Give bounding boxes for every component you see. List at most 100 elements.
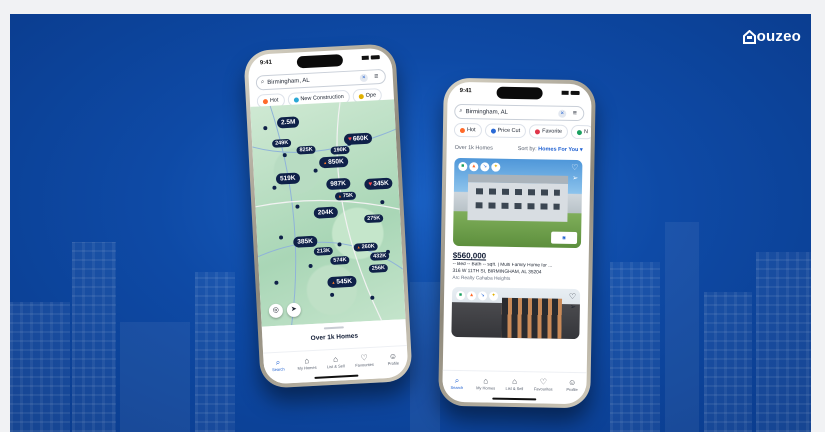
listing-badges: ■ ▲ ↘ ✦ (458, 161, 501, 172)
clear-icon[interactable]: × (359, 73, 369, 82)
sheet-handle[interactable] (323, 326, 344, 330)
battery-icon (570, 90, 580, 96)
tab-search[interactable]: ⌕ Search (266, 357, 291, 384)
tab-profile[interactable]: ☺ Profile (381, 351, 406, 378)
chip-price-cut[interactable]: Price Cut (484, 123, 527, 139)
tab-label: Profile (566, 386, 578, 393)
sparkle-icon: ✦ (491, 162, 501, 172)
price-pin[interactable]: 519K (275, 172, 300, 185)
listing-photo[interactable]: ■ ▲ ↘ ✦ ♡ ➢ ▣ (452, 157, 583, 249)
share-icon[interactable]: ➢ (570, 303, 576, 311)
house-windows (475, 188, 560, 196)
price-pin[interactable]: 256K (368, 263, 389, 273)
chip-hot[interactable]: Hot (453, 122, 482, 138)
list-sell-icon: ⌂ (512, 376, 518, 387)
heart-icon: ♡ (360, 353, 369, 363)
heart-icon (535, 128, 541, 134)
price-pin[interactable]: 545K (327, 275, 357, 289)
skyline-building (120, 322, 190, 432)
list-screen: 9:41 ⌕ Birmingham, AL × ≡ Hot Price Cut … (442, 81, 592, 405)
signal-icon (561, 90, 569, 95)
clear-icon[interactable]: × (558, 109, 567, 118)
price-pin[interactable]: 850K (318, 155, 348, 169)
status-time: 9:41 (259, 59, 273, 67)
price-pin[interactable]: 345K (364, 177, 394, 191)
listing-photo[interactable]: ■ ▲ ↘ ✦ ♡ ➢ (451, 286, 581, 340)
chevron-down-icon: ▾ (579, 147, 583, 154)
filter-icon[interactable]: ≡ (372, 72, 381, 81)
open-house-icon: ■ (458, 161, 468, 172)
profile-icon: ☺ (567, 377, 577, 388)
listing-price[interactable]: $560,000 (453, 251, 581, 262)
price-pin[interactable]: 275K (364, 214, 384, 224)
price-pin[interactable]: 432K (369, 251, 390, 261)
status-icons (361, 55, 380, 61)
heart-icon: ♡ (539, 377, 548, 387)
price-pin[interactable]: 75K (334, 191, 357, 201)
map-view[interactable]: 2.5M 249K 825K 660K 190K 850K 519K 987K … (250, 99, 406, 327)
chip-label: Hot (269, 97, 279, 104)
status-time: 9:41 (459, 87, 472, 95)
price-cut-icon: ↘ (480, 162, 490, 172)
skyline-building (72, 242, 116, 432)
status-bar: 9:41 (447, 82, 591, 103)
skyline-building (195, 272, 235, 432)
houzeo-logo: ouzeo (742, 28, 801, 45)
price-pin[interactable]: 660K (343, 132, 373, 146)
tab-profile[interactable]: ☺ Profile (560, 378, 584, 404)
hero-banner: ouzeo (10, 14, 811, 432)
price-pin[interactable]: 987K (326, 177, 351, 191)
heart-icon[interactable]: ♡ (571, 163, 578, 172)
chip-label: Ope (365, 92, 377, 99)
chip-favorite[interactable]: Favorite (529, 124, 569, 139)
results-header: Over 1k Homes Sort by: Homes For You ▾ (447, 140, 591, 157)
price-pin[interactable]: 249K (271, 138, 292, 148)
new-icon (576, 129, 583, 135)
map-screen: 9:41 ⌕ Birmingham, AL × ≡ Hot New Constr… (247, 47, 409, 385)
tab-search[interactable]: ⌕ Search (445, 376, 469, 402)
filter-icon[interactable]: ≡ (570, 109, 579, 118)
profile-icon: ☺ (388, 351, 398, 361)
price-pin[interactable]: 204K (313, 206, 338, 219)
search-icon: ⌕ (454, 375, 460, 386)
dynamic-island (496, 86, 543, 100)
sparkle-icon: ✦ (488, 291, 499, 301)
skyline-building (704, 292, 752, 432)
tab-bar: ⌕ Search ⌂ My Homes ⌂ List & Sell ♡ Favourit… (263, 345, 409, 385)
chip-label: New Construction (300, 94, 344, 103)
price-pin[interactable]: 213K (313, 246, 334, 256)
sort-value: Homes For You (538, 146, 579, 154)
battery-icon (370, 55, 380, 60)
status-icons (561, 90, 580, 96)
sort-control[interactable]: Sort by: Homes For You ▾ (518, 146, 583, 153)
price-pin[interactable]: 190K (330, 145, 350, 155)
price-pin[interactable]: 2.5M (276, 116, 300, 129)
house-logo-icon (742, 29, 756, 44)
house-windows (475, 202, 560, 210)
listing-address: 316 W 11TH St, BIRMINGHAM, AL 35204 (452, 268, 542, 276)
price-pin[interactable]: 825K (296, 145, 316, 155)
open-house-icon: ■ (455, 290, 466, 301)
listing-badges: ■ ▲ ↘ ✦ (455, 290, 499, 301)
skyline-building (610, 262, 660, 432)
skyline-building (756, 252, 811, 432)
chip-more[interactable]: N (570, 124, 592, 140)
price-pin[interactable]: 385K (293, 235, 318, 248)
home-icon: ⌂ (304, 356, 310, 366)
price-pin[interactable]: 260K (353, 242, 378, 252)
listing-broker: Arc Realty Cahaba Heights (452, 275, 511, 282)
dynamic-island (296, 54, 344, 69)
signal-icon (361, 55, 369, 61)
house-illustration (467, 182, 569, 222)
sparkle-icon (293, 96, 299, 103)
search-value: Birmingham, AL (465, 108, 509, 116)
heart-icon[interactable]: ♡ (569, 292, 576, 301)
price-cut-icon (490, 128, 496, 134)
tab-label: My Homes (297, 364, 317, 371)
share-icon[interactable]: ➢ (572, 174, 578, 182)
price-cut-icon: ↘ (477, 291, 488, 301)
flame-icon: ▲ (466, 291, 477, 301)
open-house-icon (358, 93, 364, 99)
price-pin[interactable]: 574K (330, 255, 350, 265)
map-phone: 9:41 ⌕ Birmingham, AL × ≡ Hot New Constr… (243, 43, 413, 389)
